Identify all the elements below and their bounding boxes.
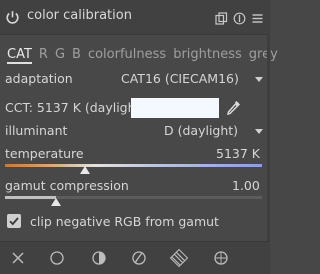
temperature-slider-handle[interactable] — [79, 166, 90, 174]
tab-b[interactable]: B — [72, 47, 81, 64]
scrollbar[interactable] — [267, 34, 270, 241]
chevron-down-icon — [255, 129, 263, 134]
circle-icon[interactable] — [48, 249, 66, 267]
parametric-mask-icon[interactable] — [130, 249, 148, 267]
illuminant-combobox[interactable]: illuminant D (daylight) — [5, 123, 263, 141]
clip-negative-rgb-label: clip negative RGB from gamut — [30, 214, 219, 229]
reset-icon[interactable] — [233, 10, 246, 25]
temperature-slider-track[interactable] — [5, 164, 262, 167]
checkmark-icon — [9, 217, 19, 226]
temperature-slider[interactable]: temperature 5137 K — [5, 146, 263, 164]
gamut-compression-slider-track[interactable] — [5, 196, 262, 199]
tab-grey[interactable]: grey — [249, 47, 278, 64]
copy-icon[interactable] — [215, 10, 228, 25]
clip-negative-rgb-checkbox[interactable] — [7, 214, 21, 228]
cct-label: CCT: 5137 K (daylight) — [5, 100, 146, 115]
tab-colorfulness[interactable]: colorfulness — [88, 47, 166, 64]
tab-brightness[interactable]: brightness — [173, 47, 242, 64]
module-header[interactable]: color calibration — [0, 0, 270, 35]
adaptation-combobox[interactable]: adaptation CAT16 (CIECAM16) — [5, 71, 263, 89]
close-icon[interactable] — [9, 249, 27, 267]
illuminant-value: D (daylight) — [164, 123, 239, 138]
tab-g[interactable]: G — [55, 47, 65, 64]
adaptation-value: CAT16 (CIECAM16) — [121, 71, 239, 86]
gamut-compression-label: gamut compression — [5, 178, 129, 193]
blend-mode-toolbar — [0, 241, 270, 274]
menu-icon[interactable] — [251, 10, 264, 23]
color-calibration-module: color calibration CAT R G B colorfulness… — [0, 0, 278, 274]
drawn-parametric-mask-icon[interactable] — [169, 248, 189, 268]
gamut-compression-slider[interactable]: gamut compression 1.00 — [5, 178, 263, 196]
clip-negative-rgb-row[interactable]: clip negative RGB from gamut — [30, 214, 260, 232]
gamut-compression-slider-handle[interactable] — [51, 198, 62, 206]
color-picker-icon[interactable] — [226, 99, 242, 117]
adaptation-label: adaptation — [5, 71, 73, 86]
illuminant-label: illuminant — [5, 123, 68, 138]
blend-icon[interactable] — [90, 249, 108, 267]
tab-r[interactable]: R — [39, 47, 48, 64]
raster-mask-icon[interactable] — [212, 249, 230, 267]
tab-cat[interactable]: CAT — [7, 47, 32, 64]
temperature-label: temperature — [5, 146, 84, 161]
illuminant-color-swatch[interactable] — [131, 98, 219, 118]
power-icon[interactable] — [5, 10, 20, 25]
chevron-down-icon — [255, 77, 263, 82]
gamut-compression-value: 1.00 — [232, 178, 260, 193]
temperature-value: 5137 K — [216, 146, 260, 161]
tab-bar: CAT R G B colorfulness brightness grey — [0, 42, 278, 64]
module-title: color calibration — [27, 8, 132, 23]
